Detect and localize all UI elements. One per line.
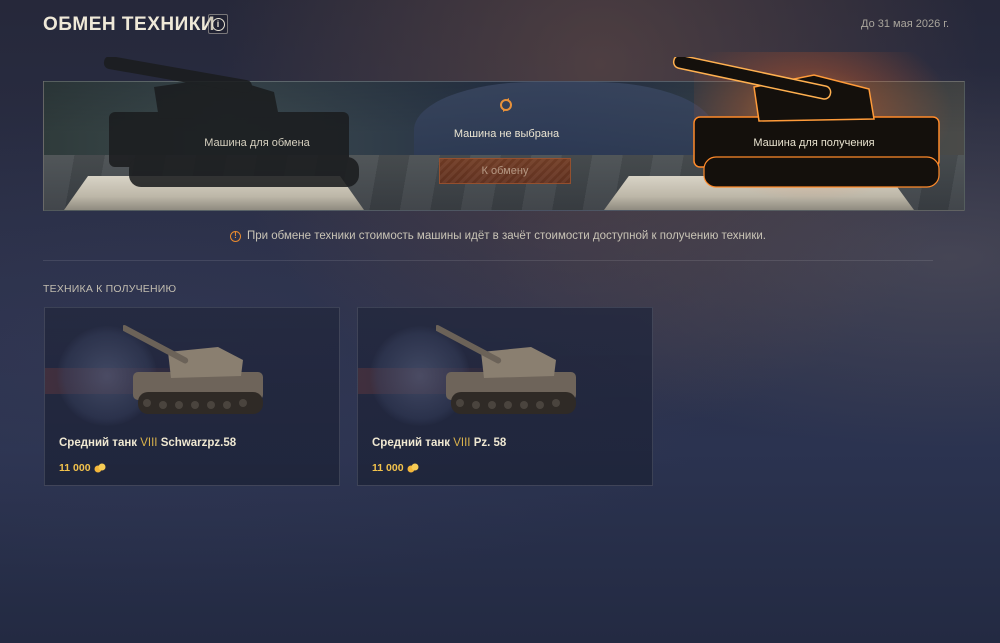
exchange-icon xyxy=(500,98,512,112)
divider xyxy=(43,260,933,261)
vehicle-name: Средний танк VIII Schwarzpz.58 xyxy=(59,437,236,449)
selection-status: Машина не выбрана xyxy=(453,128,560,140)
give-tank-silhouette[interactable] xyxy=(84,57,384,202)
info-icon: i xyxy=(211,17,225,31)
exchange-banner: Машина для обмена Машина не выбрана К об… xyxy=(43,52,965,211)
price-value: 11 000 xyxy=(59,462,91,474)
give-slot-label: Машина для обмена xyxy=(204,137,310,149)
gold-icon xyxy=(94,463,106,473)
receive-tank-silhouette[interactable] xyxy=(664,57,964,202)
vehicle-card[interactable]: Средний танк VIII Pz. 58 11 000 xyxy=(357,307,653,486)
vehicle-model: Pz. 58 xyxy=(473,437,507,449)
vehicle-tier: VIII xyxy=(140,437,158,449)
vehicle-price: 11 000 xyxy=(372,462,419,474)
info-button[interactable]: i xyxy=(208,14,228,34)
vehicle-exchange-page: ОБМЕН ТЕХНИКИ i До 31 мая 2026 г. Машина… xyxy=(0,0,1000,643)
gold-icon xyxy=(407,463,419,473)
vehicle-name: Средний танк VIII Pz. 58 xyxy=(372,437,506,449)
vehicle-tier: VIII xyxy=(453,437,471,449)
notice-text: При обмене техники стоимость машины идёт… xyxy=(247,230,766,242)
tank-image xyxy=(436,325,576,414)
section-title: ТЕХНИКА К ПОЛУЧЕНИЮ xyxy=(43,283,177,295)
tank-image xyxy=(123,325,263,414)
price-value: 11 000 xyxy=(372,462,404,474)
warning-icon: ! xyxy=(230,230,241,242)
event-deadline: До 31 мая 2026 г. xyxy=(861,18,949,30)
vehicle-class: Средний танк xyxy=(372,437,451,449)
vehicle-class: Средний танк xyxy=(59,437,138,449)
exchange-notice: ! При обмене техники стоимость машины ид… xyxy=(230,230,766,242)
exchange-button[interactable]: К обмену xyxy=(439,158,571,184)
vehicle-card[interactable]: Средний танк VIII Schwarzpz.58 11 000 xyxy=(44,307,340,486)
vehicle-model: Schwarzpz.58 xyxy=(160,437,237,449)
page-title: ОБМЕН ТЕХНИКИ xyxy=(43,14,216,35)
receive-slot-label: Машина для получения xyxy=(753,137,875,149)
vehicle-price: 11 000 xyxy=(59,462,106,474)
